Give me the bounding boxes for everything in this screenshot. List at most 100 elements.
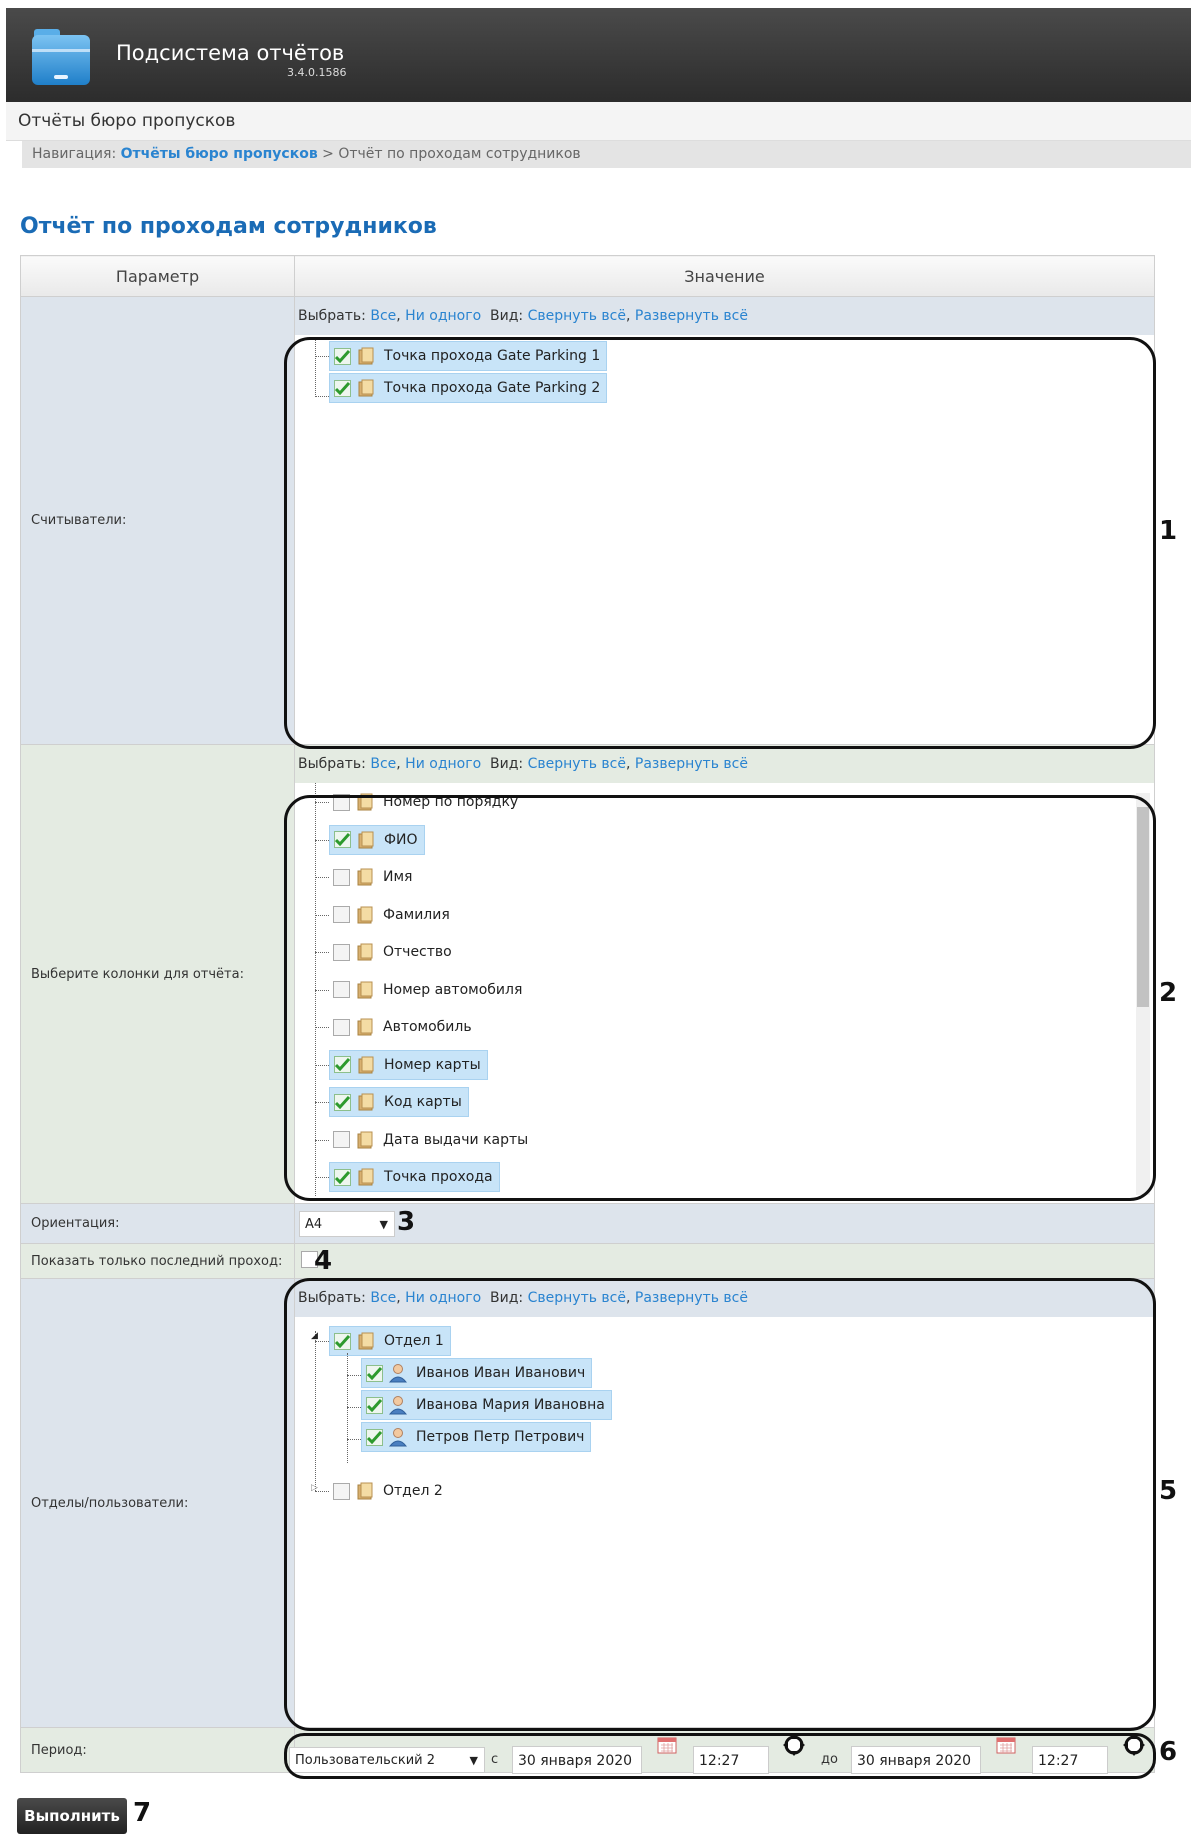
from-date-input[interactable]: 30 января 2020: [512, 1746, 642, 1774]
to-date-input[interactable]: 30 января 2020: [851, 1746, 981, 1774]
breadcrumb-separator: >: [322, 146, 334, 162]
time-spinner-icon[interactable]: [782, 1733, 806, 1757]
checkbox[interactable]: [333, 1018, 350, 1036]
calendar-icon[interactable]: [657, 1736, 677, 1754]
checkbox[interactable]: [333, 906, 350, 923]
view-label: Вид:: [490, 756, 524, 772]
departments-tree: ◢ Отдел 1 Иванов Иван Иванович Иванова М…: [295, 1317, 1154, 1727]
select-all-link[interactable]: Все: [370, 756, 396, 772]
folder-icon: [357, 1018, 373, 1036]
checkbox[interactable]: [334, 1332, 351, 1350]
reader-item[interactable]: Точка прохода Gate Parking 1: [329, 341, 608, 371]
user-item[interactable]: Петров Петр Петрович: [361, 1422, 592, 1452]
checkbox[interactable]: [334, 831, 351, 848]
callout-number-7: 7: [133, 1798, 152, 1828]
time-spinner-icon[interactable]: [1122, 1733, 1146, 1757]
column-item[interactable]: Номер автомобиля: [329, 975, 522, 1005]
readers-tree: Точка прохода Gate Parking 1 Точка прохо…: [295, 335, 1154, 744]
checkbox[interactable]: [333, 1482, 350, 1500]
column-label: Номер по порядку: [383, 794, 519, 810]
parameters-table: Параметр Значение Считыватели: Выбрать: …: [20, 255, 1155, 1773]
checkbox[interactable]: [333, 943, 350, 961]
readers-label: Считыватели:: [20, 296, 295, 745]
checkbox[interactable]: [366, 1396, 383, 1414]
folder-icon: [357, 1131, 373, 1148]
checkbox[interactable]: [334, 1056, 351, 1073]
department-label: Отдел 2: [383, 1483, 443, 1499]
column-item[interactable]: ФИО: [329, 824, 425, 855]
calendar-icon[interactable]: [996, 1736, 1016, 1754]
select-none-link[interactable]: Ни одного: [405, 756, 481, 772]
user-item[interactable]: Иванова Мария Ивановна: [361, 1390, 612, 1420]
column-item[interactable]: Код карты: [329, 1087, 469, 1117]
folder-icon: [358, 831, 374, 848]
checkbox[interactable]: [334, 1093, 351, 1111]
collapse-all-link[interactable]: Свернуть всё: [528, 308, 626, 324]
period-label: Период:: [20, 1727, 295, 1773]
checkbox[interactable]: [333, 793, 350, 811]
period-preset-select[interactable]: Пользовательский 2 ▼: [289, 1747, 485, 1773]
breadcrumb-link[interactable]: Отчёты бюро пропусков: [121, 146, 318, 162]
expand-all-link[interactable]: Развернуть всё: [635, 756, 748, 772]
to-time-input[interactable]: 12:27: [1032, 1746, 1108, 1774]
checkbox[interactable]: [333, 1131, 350, 1148]
scrollbar-thumb[interactable]: [1137, 807, 1149, 1007]
select-none-link[interactable]: Ни одного: [405, 308, 481, 324]
checkbox[interactable]: [334, 379, 351, 397]
column-item[interactable]: Фамилия: [329, 900, 450, 930]
section-title[interactable]: Отчёты бюро пропусков: [18, 111, 235, 131]
folder-icon: [358, 379, 374, 397]
column-label: Номер автомобиля: [383, 981, 523, 998]
departments-selector-bar: Выбрать: Все, Ни одного Вид: Свернуть вс…: [295, 1279, 1154, 1317]
expand-triangle-icon[interactable]: ◢: [311, 1331, 318, 1341]
reader-label: Точка прохода Gate Parking 1: [384, 348, 601, 364]
checkbox[interactable]: [333, 868, 350, 886]
last-pass-cell: [294, 1243, 1155, 1279]
department-item[interactable]: Отдел 1: [329, 1326, 451, 1356]
collapsed-triangle-icon[interactable]: ▷: [311, 1483, 318, 1493]
checkbox[interactable]: [366, 1428, 383, 1446]
departments-label: Отделы/пользователи:: [20, 1278, 295, 1728]
column-item[interactable]: Номер по порядку: [329, 787, 518, 817]
orientation-select[interactable]: A4 ▼: [299, 1210, 395, 1237]
user-item[interactable]: Иванов Иван Иванович: [361, 1358, 593, 1388]
column-item[interactable]: Номер карты: [329, 1049, 488, 1080]
callout-number-3: 3: [397, 1207, 416, 1237]
section-bar: Отчёты бюро пропусков: [6, 102, 1191, 141]
callout-number-6: 6: [1159, 1737, 1178, 1767]
expand-all-link[interactable]: Развернуть всё: [635, 1290, 748, 1306]
checkbox[interactable]: [334, 1168, 351, 1186]
column-label: Фамилия: [383, 906, 450, 923]
checkbox[interactable]: [333, 981, 350, 998]
column-item[interactable]: Имя: [329, 862, 412, 892]
app-header: Подсистема отчётов 3.4.0.1586: [6, 8, 1191, 102]
collapse-all-link[interactable]: Свернуть всё: [528, 1290, 626, 1306]
column-label: Точка прохода: [384, 1169, 493, 1185]
column-item[interactable]: Автомобиль: [329, 1012, 472, 1042]
columns-selector-bar: Выбрать: Все, Ни одного Вид: Свернуть вс…: [295, 745, 1154, 783]
column-item[interactable]: Отчество: [329, 937, 452, 967]
select-all-link[interactable]: Все: [370, 308, 396, 324]
checkbox[interactable]: [334, 347, 351, 365]
select-none-link[interactable]: Ни одного: [405, 1290, 481, 1306]
orientation-label: Ориентация:: [20, 1203, 295, 1244]
folder-icon: [357, 793, 373, 811]
folder-icon: [358, 1168, 374, 1186]
orientation-value: A4: [305, 1216, 323, 1232]
checkbox[interactable]: [366, 1364, 383, 1382]
reader-item[interactable]: Точка прохода Gate Parking 2: [329, 373, 608, 403]
collapse-all-link[interactable]: Свернуть всё: [528, 756, 626, 772]
run-button[interactable]: Выполнить: [17, 1798, 127, 1834]
department-item[interactable]: Отдел 2: [329, 1476, 443, 1506]
folder-icon: [358, 1332, 374, 1350]
folder-icon: [358, 1056, 374, 1073]
reader-label: Точка прохода Gate Parking 2: [384, 380, 601, 396]
from-time-input[interactable]: 12:27: [693, 1746, 769, 1774]
folder-app-icon: [32, 29, 90, 85]
column-item[interactable]: Дата выдачи карты: [329, 1125, 528, 1155]
breadcrumb-prefix: Навигация:: [32, 146, 117, 162]
scrollbar[interactable]: [1136, 793, 1150, 1195]
column-item[interactable]: Точка прохода: [329, 1162, 500, 1192]
expand-all-link[interactable]: Развернуть всё: [635, 308, 748, 324]
select-all-link[interactable]: Все: [370, 1290, 396, 1306]
